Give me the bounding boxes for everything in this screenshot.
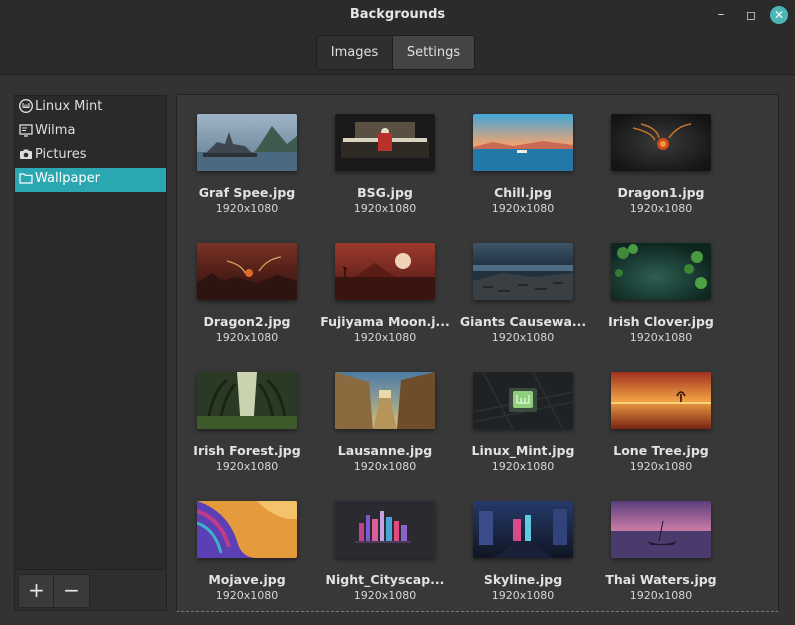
wallpaper-name: BSG.jpg bbox=[357, 185, 413, 200]
wallpaper-tile[interactable]: Mojave.jpg 1920x1080 bbox=[182, 501, 312, 602]
wallpaper-tile[interactable]: BSG.jpg 1920x1080 bbox=[320, 114, 450, 215]
tab-settings[interactable]: Settings bbox=[392, 36, 474, 69]
wallpaper-tile[interactable]: Dragon1.jpg 1920x1080 bbox=[596, 114, 726, 215]
camera-icon bbox=[20, 149, 32, 159]
wallpaper-thumbnail bbox=[197, 243, 297, 300]
wallpaper-thumbnail bbox=[611, 372, 711, 429]
screen-icon bbox=[19, 124, 33, 137]
wallpaper-resolution: 1920x1080 bbox=[491, 589, 555, 602]
wallpaper-thumbnail bbox=[335, 243, 435, 300]
wallpaper-resolution: 1920x1080 bbox=[215, 202, 279, 215]
wallpaper-resolution: 1920x1080 bbox=[491, 331, 555, 344]
wallpaper-tile[interactable]: Skyline.jpg 1920x1080 bbox=[458, 501, 588, 602]
title-bar: Backgrounds – ◻ ✕ bbox=[0, 0, 795, 30]
sidebar-item-wallpaper[interactable]: Wallpaper bbox=[15, 168, 166, 192]
close-button[interactable]: ✕ bbox=[770, 6, 788, 24]
wallpaper-tile[interactable]: Night_Cityscap... 1920x1080 bbox=[320, 501, 450, 602]
wallpaper-thumbnail bbox=[611, 501, 711, 558]
wallpaper-resolution: 1920x1080 bbox=[491, 460, 555, 473]
sidebar-toolbar: + − bbox=[15, 569, 166, 610]
sidebar-item-label: Linux Mint bbox=[35, 99, 103, 114]
wallpaper-name: Graf Spee.jpg bbox=[198, 185, 296, 200]
wallpaper-name: Irish Forest.jpg bbox=[193, 443, 301, 458]
wallpaper-resolution: 1920x1080 bbox=[491, 202, 555, 215]
wallpaper-name: Dragon2.jpg bbox=[203, 314, 291, 329]
wallpaper-name: Chill.jpg bbox=[494, 185, 552, 200]
wallpaper-thumbnail bbox=[197, 372, 297, 429]
wallpaper-tile[interactable]: Lone Tree.jpg 1920x1080 bbox=[596, 372, 726, 473]
wallpaper-thumbnail bbox=[335, 114, 435, 171]
wallpaper-thumbnail bbox=[611, 114, 711, 171]
add-folder-button[interactable]: + bbox=[18, 574, 55, 608]
close-icon: ✕ bbox=[773, 8, 785, 22]
wallpaper-thumbnail bbox=[197, 114, 297, 171]
wallpaper-tile[interactable]: Irish Forest.jpg 1920x1080 bbox=[182, 372, 312, 473]
tab-images[interactable]: Images bbox=[317, 36, 392, 69]
wallpaper-resolution: 1920x1080 bbox=[353, 460, 417, 473]
wallpaper-tile[interactable]: Linux_Mint.jpg 1920x1080 bbox=[458, 372, 588, 473]
wallpaper-name: Night_Cityscap... bbox=[325, 572, 445, 587]
wallpaper-tile[interactable]: Giants Causewa... 1920x1080 bbox=[458, 243, 588, 344]
wallpaper-name: Dragon1.jpg bbox=[617, 185, 705, 200]
wallpaper-tile[interactable]: Lausanne.jpg 1920x1080 bbox=[320, 372, 450, 473]
source-sidebar: Linux Mint Wilma Pictures Wallpaper + − bbox=[14, 95, 167, 611]
wallpaper-name: Fujiyama Moon.j... bbox=[320, 314, 450, 329]
wallpaper-resolution: 1920x1080 bbox=[629, 202, 693, 215]
sidebar-item-pictures[interactable]: Pictures bbox=[15, 144, 166, 168]
wallpaper-name: Lausanne.jpg bbox=[337, 443, 433, 458]
wallpaper-resolution: 1920x1080 bbox=[353, 202, 417, 215]
wallpaper-name: Linux_Mint.jpg bbox=[471, 443, 575, 458]
main-area: Linux Mint Wilma Pictures Wallpaper + − bbox=[0, 75, 795, 625]
wallpaper-resolution: 1920x1080 bbox=[629, 331, 693, 344]
wallpaper-resolution: 1920x1080 bbox=[353, 331, 417, 344]
wallpaper-resolution: 1920x1080 bbox=[629, 589, 693, 602]
wallpaper-resolution: 1920x1080 bbox=[215, 589, 279, 602]
wallpaper-resolution: 1920x1080 bbox=[215, 331, 279, 344]
wallpaper-grid: Graf Spee.jpg 1920x1080 BSG.jpg 1920x108… bbox=[176, 94, 779, 612]
wallpaper-resolution: 1920x1080 bbox=[215, 460, 279, 473]
wallpaper-name: Lone Tree.jpg bbox=[613, 443, 709, 458]
remove-folder-button[interactable]: − bbox=[53, 574, 90, 608]
minimize-button[interactable]: – bbox=[712, 6, 730, 24]
wallpaper-name: Skyline.jpg bbox=[483, 572, 563, 587]
sidebar-item-label: Wallpaper bbox=[35, 171, 101, 186]
sidebar-item-label: Pictures bbox=[35, 147, 87, 162]
wallpaper-thumbnail bbox=[473, 243, 573, 300]
sidebar-item-linux-mint[interactable]: Linux Mint bbox=[15, 96, 166, 120]
wallpaper-tile[interactable]: Dragon2.jpg 1920x1080 bbox=[182, 243, 312, 344]
wallpaper-name: Mojave.jpg bbox=[208, 572, 286, 587]
header-bar: Images Settings bbox=[0, 30, 795, 75]
wallpaper-tile[interactable]: Chill.jpg 1920x1080 bbox=[458, 114, 588, 215]
wallpaper-tile[interactable]: Graf Spee.jpg 1920x1080 bbox=[182, 114, 312, 215]
wallpaper-thumbnail bbox=[473, 372, 573, 429]
tab-switcher: Images Settings bbox=[316, 35, 475, 70]
wallpaper-tile[interactable]: Fujiyama Moon.j... 1920x1080 bbox=[320, 243, 450, 344]
wallpaper-resolution: 1920x1080 bbox=[353, 589, 417, 602]
wallpaper-resolution: 1920x1080 bbox=[629, 460, 693, 473]
wallpaper-tile[interactable]: Thai Waters.jpg 1920x1080 bbox=[596, 501, 726, 602]
wallpaper-name: Thai Waters.jpg bbox=[605, 572, 717, 587]
wallpaper-thumbnail bbox=[473, 501, 573, 558]
wallpaper-name: Giants Causewa... bbox=[459, 314, 587, 329]
wallpaper-thumbnail bbox=[335, 372, 435, 429]
sidebar-item-label: Wilma bbox=[35, 123, 76, 138]
window-title: Backgrounds bbox=[349, 7, 446, 22]
mint-logo-icon bbox=[19, 99, 33, 113]
sidebar-item-wilma[interactable]: Wilma bbox=[15, 120, 166, 144]
folder-icon bbox=[19, 173, 33, 184]
wallpaper-thumbnail bbox=[335, 501, 435, 558]
wallpaper-thumbnail bbox=[473, 114, 573, 171]
wallpaper-thumbnail bbox=[197, 501, 297, 558]
wallpaper-name: Irish Clover.jpg bbox=[608, 314, 714, 329]
maximize-button[interactable]: ◻ bbox=[742, 6, 760, 24]
wallpaper-thumbnail bbox=[611, 243, 711, 300]
wallpaper-tile[interactable]: Irish Clover.jpg 1920x1080 bbox=[596, 243, 726, 344]
